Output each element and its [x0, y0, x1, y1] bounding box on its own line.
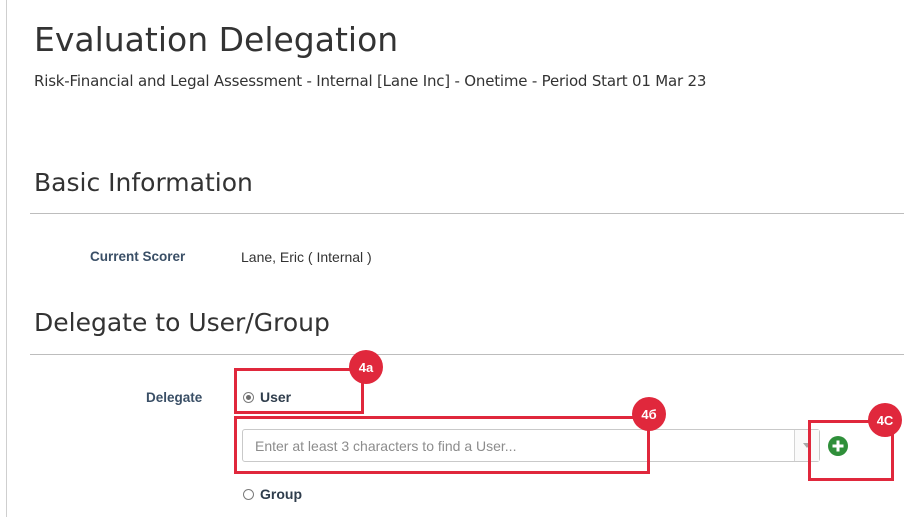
callout-box-4b	[234, 416, 650, 474]
group-radio-option[interactable]: Group	[243, 486, 302, 502]
group-radio-label[interactable]: Group	[260, 486, 302, 502]
callout-badge-4b: 4б	[632, 397, 666, 431]
callout-badge-4c: 4C	[868, 403, 902, 437]
group-radio-button[interactable]	[243, 488, 254, 500]
page-subtitle: Risk-Financial and Legal Assessment - In…	[34, 72, 707, 90]
delegate-section-heading: Delegate to User/Group	[34, 308, 330, 337]
section-divider	[30, 354, 904, 355]
page-title: Evaluation Delegation	[34, 20, 399, 59]
page-left-border	[6, 0, 7, 517]
current-scorer-value: Lane, Eric ( Internal )	[241, 249, 372, 265]
callout-box-4a	[234, 368, 364, 414]
basic-information-heading: Basic Information	[34, 168, 253, 197]
callout-badge-4a: 4a	[349, 350, 383, 384]
section-divider	[30, 213, 904, 214]
current-scorer-label: Current Scorer	[90, 249, 186, 264]
delegate-label: Delegate	[146, 390, 203, 405]
